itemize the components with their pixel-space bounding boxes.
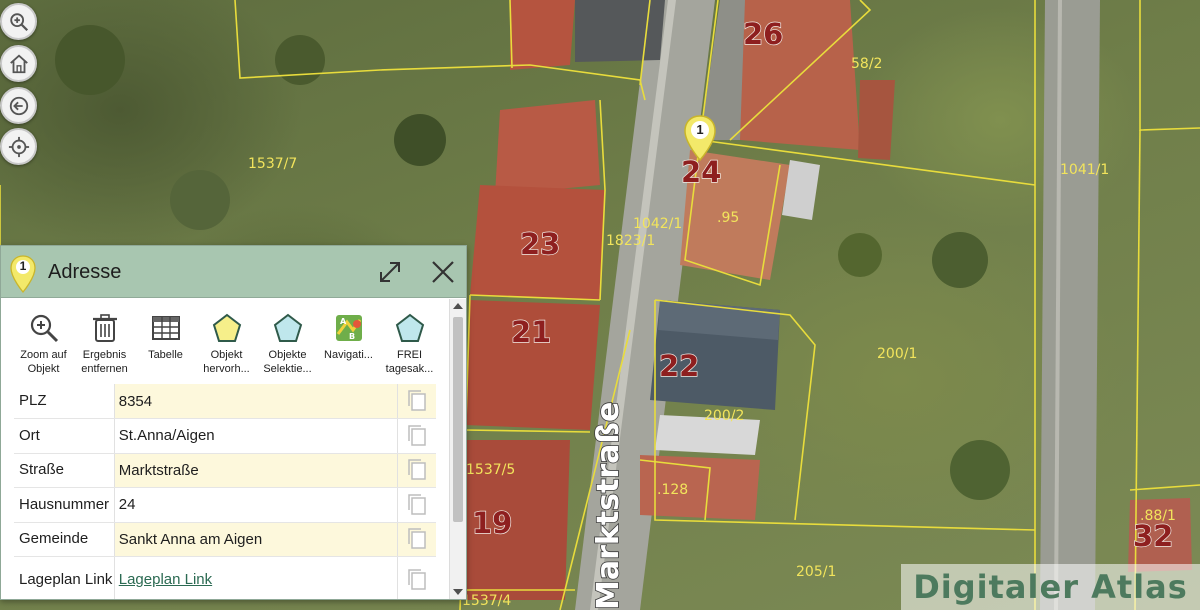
highlight-pentagon-icon bbox=[212, 313, 241, 342]
attribute-row: Ort St.Anna/Aigen bbox=[14, 418, 436, 454]
parcel-label: .95 bbox=[717, 210, 739, 226]
panel-scrollbar[interactable] bbox=[449, 299, 466, 599]
parcel-label: 200/1 bbox=[877, 346, 917, 362]
svg-text:B: B bbox=[349, 332, 355, 341]
select-pentagon-icon bbox=[273, 313, 302, 342]
scroll-down-icon[interactable] bbox=[453, 589, 463, 595]
attribute-row: Gemeinde Sankt Anna am Aigen bbox=[14, 522, 436, 557]
panel-body: Zoom auf Objekt Ergebnis entfernen Tabel… bbox=[1, 299, 450, 599]
close-button[interactable] bbox=[429, 258, 457, 286]
magnifier-plus-icon bbox=[9, 12, 28, 31]
pentagon-icon bbox=[395, 313, 424, 342]
copy-button[interactable] bbox=[397, 384, 436, 419]
house-number-label: 32 bbox=[1133, 519, 1173, 553]
highlight-object-button[interactable]: Objekt hervorh... bbox=[196, 311, 257, 383]
parcel-label: .128 bbox=[657, 482, 688, 498]
expand-icon bbox=[380, 262, 400, 282]
copy-button[interactable] bbox=[397, 522, 436, 557]
parcel-label: 200/2 bbox=[704, 408, 744, 424]
copy-icon bbox=[408, 459, 426, 480]
trash-icon bbox=[92, 314, 117, 342]
table-button[interactable]: Tabelle bbox=[135, 311, 196, 383]
zoom-object-icon bbox=[30, 314, 58, 343]
house-icon bbox=[9, 54, 28, 73]
panel-toolbar: Zoom auf Objekt Ergebnis entfernen Tabel… bbox=[13, 311, 443, 383]
house-number-label: 22 bbox=[659, 349, 699, 383]
attribute-value: Marktstraße bbox=[114, 453, 398, 488]
crosshair-icon bbox=[8, 136, 29, 157]
attribute-row: Straße Marktstraße bbox=[14, 453, 436, 488]
house-number-label: 21 bbox=[511, 315, 551, 349]
parcel-label: 58/2 bbox=[851, 56, 882, 72]
home-button[interactable] bbox=[0, 45, 37, 82]
copy-button[interactable] bbox=[397, 556, 436, 599]
expand-button[interactable] bbox=[376, 258, 404, 286]
scroll-thumb[interactable] bbox=[453, 317, 463, 522]
parcel-label: 205/1 bbox=[796, 564, 836, 580]
watermark: Digitaler Atlas bbox=[901, 564, 1200, 610]
street-label: Marktstraße bbox=[591, 402, 626, 610]
attribute-key: PLZ bbox=[14, 384, 115, 419]
marker-label: 1 bbox=[696, 122, 704, 137]
attribute-row: Lageplan Link Lageplan Link bbox=[14, 556, 436, 599]
parcel-label: 1823/1 bbox=[606, 233, 655, 249]
attribute-value: Sankt Anna am Aigen bbox=[114, 522, 398, 557]
attribute-key: Ort bbox=[14, 418, 115, 454]
house-number-label: 26 bbox=[743, 17, 783, 51]
attribute-value: 8354 bbox=[114, 384, 398, 419]
parcel-label: 1537/4 bbox=[462, 593, 511, 609]
lageplan-link[interactable]: Lageplan Link bbox=[119, 571, 212, 588]
attribute-row: PLZ 8354 bbox=[14, 384, 436, 419]
parcel-label: 1042/1 bbox=[633, 216, 682, 232]
zoom-to-object-button[interactable]: Zoom auf Objekt bbox=[13, 311, 74, 383]
navigation-icon: AB bbox=[335, 315, 362, 341]
zoom-in-button[interactable] bbox=[0, 3, 37, 40]
copy-button[interactable] bbox=[397, 418, 436, 454]
copy-icon bbox=[408, 528, 426, 549]
attribute-table: PLZ 8354 Ort St.Anna/Aigen Straße Marktstraße… bbox=[14, 384, 436, 599]
attribute-value: 24 bbox=[114, 487, 398, 523]
select-objects-button[interactable]: Objekte Selektie... bbox=[257, 311, 318, 383]
watermark-text: Digitaler Atlas bbox=[913, 568, 1188, 606]
copy-button[interactable] bbox=[397, 487, 436, 523]
attribute-value[interactable]: Lageplan Link bbox=[114, 556, 398, 599]
attribute-row: Hausnummer 24 bbox=[14, 487, 436, 523]
scroll-up-icon[interactable] bbox=[453, 303, 463, 309]
copy-icon bbox=[408, 568, 426, 590]
close-icon bbox=[432, 261, 454, 283]
copy-icon bbox=[408, 390, 426, 411]
house-number-label: 23 bbox=[520, 227, 560, 261]
table-icon bbox=[151, 316, 180, 340]
parcel-label: 1041/1 bbox=[1060, 162, 1109, 178]
attribute-key: Straße bbox=[14, 453, 115, 488]
attribute-key: Lageplan Link bbox=[14, 556, 115, 599]
locate-button[interactable] bbox=[0, 128, 37, 165]
copy-icon bbox=[408, 425, 426, 446]
arrow-left-icon bbox=[9, 96, 28, 115]
remove-result-button[interactable]: Ergebnis entfernen bbox=[74, 311, 135, 383]
navigation-button[interactable]: AB Navigati... bbox=[318, 311, 379, 383]
house-number-label: 19 bbox=[472, 506, 512, 540]
copy-button[interactable] bbox=[397, 453, 436, 488]
parcel-label: 1537/7 bbox=[248, 156, 297, 172]
panel-header[interactable]: 1 Adresse bbox=[1, 246, 466, 298]
copy-icon bbox=[408, 494, 426, 515]
attribute-key: Gemeinde bbox=[14, 522, 115, 557]
attribute-value: St.Anna/Aigen bbox=[114, 418, 398, 454]
panel-pin: 1 bbox=[8, 254, 38, 294]
road-east bbox=[1040, 0, 1100, 610]
frei-tagesaktuell-button[interactable]: FREI tagesak... bbox=[379, 311, 440, 383]
back-button[interactable] bbox=[0, 87, 37, 124]
building-24-west bbox=[495, 100, 600, 195]
location-marker[interactable]: 1 bbox=[682, 114, 718, 162]
svg-text:A: A bbox=[340, 317, 347, 326]
panel-pin-label: 1 bbox=[19, 259, 27, 273]
panel-title: Adresse bbox=[48, 261, 122, 283]
feature-info-panel: 1 Adresse Zoom auf Objekt Ergebnis entfe… bbox=[0, 245, 467, 600]
attribute-key: Hausnummer bbox=[14, 487, 115, 523]
parcel-label: 1537/5 bbox=[466, 462, 515, 478]
